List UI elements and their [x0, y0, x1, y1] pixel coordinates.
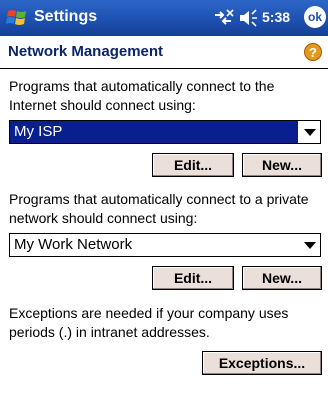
page-header: Network Management ? [0, 36, 328, 68]
private-new-button[interactable]: New... [242, 266, 322, 290]
private-description: Programs that automatically connect to a… [9, 191, 309, 226]
header-divider [0, 68, 328, 69]
internet-connection-dropdown[interactable]: My ISP [9, 120, 321, 144]
internet-edit-button[interactable]: Edit... [152, 153, 234, 177]
internet-description: Programs that automatically connect to t… [9, 78, 275, 113]
private-connection-value: My Work Network [14, 236, 133, 253]
private-edit-button[interactable]: Edit... [152, 266, 234, 290]
ok-button[interactable]: ok [304, 6, 326, 28]
exceptions-button[interactable]: Exceptions... [202, 351, 322, 375]
chevron-down-icon[interactable] [304, 129, 316, 136]
title-bar: Settings 5:38 ok [0, 0, 328, 36]
clock[interactable]: 5:38 [262, 9, 290, 25]
exceptions-description: Exceptions are needed if your company us… [9, 305, 289, 340]
volume-icon[interactable] [238, 9, 258, 27]
connectivity-icon[interactable] [212, 9, 234, 27]
page-title: Network Management [8, 43, 164, 60]
chevron-down-icon[interactable] [304, 242, 316, 249]
windows-start-icon[interactable] [6, 7, 28, 29]
internet-connection-value: My ISP [10, 121, 298, 143]
help-icon[interactable]: ? [304, 43, 322, 61]
app-title: Settings [34, 8, 98, 25]
private-connection-dropdown[interactable]: My Work Network [9, 233, 321, 257]
internet-new-button[interactable]: New... [242, 153, 322, 177]
